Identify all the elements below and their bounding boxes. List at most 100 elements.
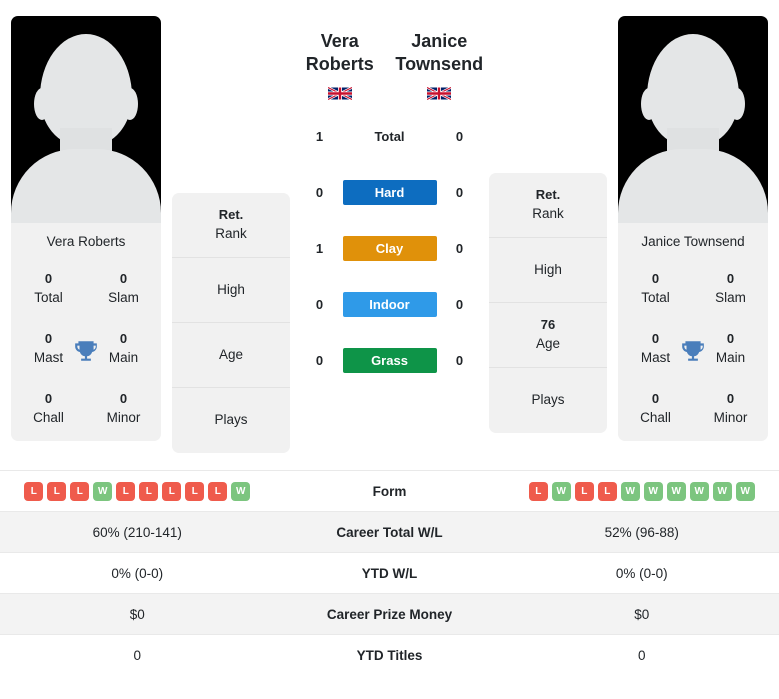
form-badge-win[interactable]: W <box>666 481 686 501</box>
table-row: 60% (210-141) Career Total W/L 52% (96-88) <box>0 511 779 553</box>
form-badge-win[interactable]: W <box>712 481 732 501</box>
form-badge-win[interactable]: W <box>689 481 709 501</box>
titles-value: 0 <box>726 271 735 286</box>
form-badge-loss[interactable]: L <box>574 481 594 501</box>
trophy-icon <box>682 341 704 361</box>
form-badge-win[interactable]: W <box>231 481 251 501</box>
table-row: $0 Career Prize Money $0 <box>0 593 779 635</box>
surface-row-hard: 0 Hard 0 <box>290 164 489 220</box>
stat-label: YTD W/L <box>361 565 418 581</box>
surface-row-total: 1 Total 0 <box>290 108 489 164</box>
surface-label-total: Total <box>374 128 405 144</box>
titles-cell: 0 Chall <box>11 381 86 441</box>
form-badge-loss[interactable]: L <box>139 481 159 501</box>
surface-score-left: 0 <box>315 352 324 368</box>
titles-value: 0 <box>726 391 735 407</box>
titles-label: Total <box>641 289 670 305</box>
titles-value: 0 <box>651 391 660 407</box>
info-card-left: Ret. Rank High Age Plays <box>172 193 290 453</box>
stat-value-left: LLLWLLLLLW <box>0 471 275 512</box>
head-to-head-comparison: Vera Roberts 0 Total 0 Slam 0 Mast 0 Mai… <box>0 0 779 470</box>
player-name-right: Janice Townsend <box>395 31 484 75</box>
avatar-ear-left-shape <box>34 88 50 120</box>
stat-value-right: 0% (0-0) <box>615 565 668 581</box>
titles-cell: 0 Slam <box>693 261 768 321</box>
stat-label: Career Total W/L <box>336 524 443 540</box>
surface-score-right: 0 <box>455 352 464 368</box>
gb-flag-icon <box>327 86 352 101</box>
titles-value: 0 <box>119 391 128 407</box>
info-row-rank: Ret. Rank <box>489 173 607 238</box>
form-badge-loss[interactable]: L <box>47 481 67 501</box>
table-row: 0 YTD Titles 0 <box>0 634 779 676</box>
form-badge-win[interactable]: W <box>93 481 113 501</box>
form-badge-loss[interactable]: L <box>185 481 205 501</box>
stat-value-right: $0 <box>634 606 650 622</box>
stat-value-right: 52% (96-88) <box>604 524 679 540</box>
avatar-body-shape <box>618 149 768 223</box>
info-value: 76 <box>540 317 556 333</box>
titles-label: Chall <box>640 409 671 425</box>
stat-value-left: $0 <box>129 606 145 622</box>
table-row: 0% (0-0) YTD W/L 0% (0-0) <box>0 552 779 594</box>
form-badge-win[interactable]: W <box>551 481 571 501</box>
stat-value-left: 0% (0-0) <box>111 565 164 581</box>
player-names-header: Vera Roberts Janice Townsend <box>290 30 489 102</box>
titles-label: Minor <box>106 409 141 425</box>
avatar-ear-right-shape <box>122 88 138 120</box>
info-label: Plays <box>214 412 248 428</box>
surface-label-clay: Clay <box>342 235 437 261</box>
form-badge-loss[interactable]: L <box>24 481 44 501</box>
surface-score-right: 0 <box>455 128 464 144</box>
info-row-high: High <box>172 258 290 323</box>
form-badge-loss[interactable]: L <box>116 481 136 501</box>
titles-label: Slam <box>108 289 139 305</box>
player-card-right[interactable]: Janice Townsend 0 Total 0 Slam 0 Mast 0 … <box>618 16 768 442</box>
surface-row-grass: 0 Grass 0 <box>290 332 489 388</box>
form-badge-loss[interactable]: L <box>162 481 182 501</box>
surface-row-clay: 1 Clay 0 <box>290 220 489 276</box>
surface-label-indoor: Indoor <box>342 291 437 317</box>
surface-label-hard: Hard <box>342 179 437 205</box>
surface-row-indoor: 0 Indoor 0 <box>290 276 489 332</box>
table-row: L L L W L L L L L W Form L W L L W W W W W W <box>0 470 779 512</box>
surface-score-left: 1 <box>315 240 324 256</box>
center-comparison-column: Vera Roberts Janice Townsend 1 Total 0 0… <box>290 8 489 388</box>
info-row-plays: Plays <box>172 388 290 453</box>
form-badge-loss[interactable]: L <box>70 481 90 501</box>
form-badge-loss[interactable]: L <box>597 481 617 501</box>
surface-score-right: 0 <box>455 240 464 256</box>
titles-cell: 0 Total <box>11 261 86 321</box>
form-badge-loss[interactable]: L <box>528 481 548 501</box>
info-value: Ret. <box>218 207 244 223</box>
titles-cell: 0 Chall <box>618 381 693 441</box>
form-badge-win[interactable]: W <box>643 481 663 501</box>
info-value: Ret. <box>535 187 561 203</box>
info-row-plays: Plays <box>489 368 607 433</box>
titles-grid-right: 0 Total 0 Slam 0 Mast 0 Main 0 Chall 0 M… <box>618 261 768 441</box>
stat-value-right: 0 <box>637 647 646 663</box>
titles-label: Minor <box>713 409 748 425</box>
info-label: Rank <box>215 225 247 241</box>
info-label: High <box>217 281 245 297</box>
stat-label: YTD Titles <box>356 647 423 663</box>
player-card-left[interactable]: Vera Roberts 0 Total 0 Slam 0 Mast 0 Mai… <box>11 16 161 442</box>
player-name-left: Vera Roberts <box>305 31 374 75</box>
avatar-ear-right-shape <box>729 88 745 120</box>
stat-label: Career Prize Money <box>326 606 453 622</box>
titles-label: Total <box>34 289 63 305</box>
form-badge-win[interactable]: W <box>620 481 640 501</box>
surface-label-grass: Grass <box>342 347 437 373</box>
info-label: High <box>534 261 562 277</box>
form-badge-loss[interactable]: L <box>208 481 228 501</box>
stat-value-left: 60% (210-141) <box>92 524 182 540</box>
info-row-age: 76 Age <box>489 303 607 368</box>
form-badge-win[interactable]: W <box>735 481 755 501</box>
info-label: Plays <box>531 392 565 408</box>
info-label: Age <box>535 335 561 351</box>
titles-value: 0 <box>44 271 53 286</box>
titles-grid-left: 0 Total 0 Slam 0 Mast 0 Main 0 Chall 0 M… <box>11 261 161 441</box>
avatar-ear-left-shape <box>641 88 657 120</box>
info-label: Age <box>218 346 244 362</box>
info-row-high: High <box>489 238 607 303</box>
